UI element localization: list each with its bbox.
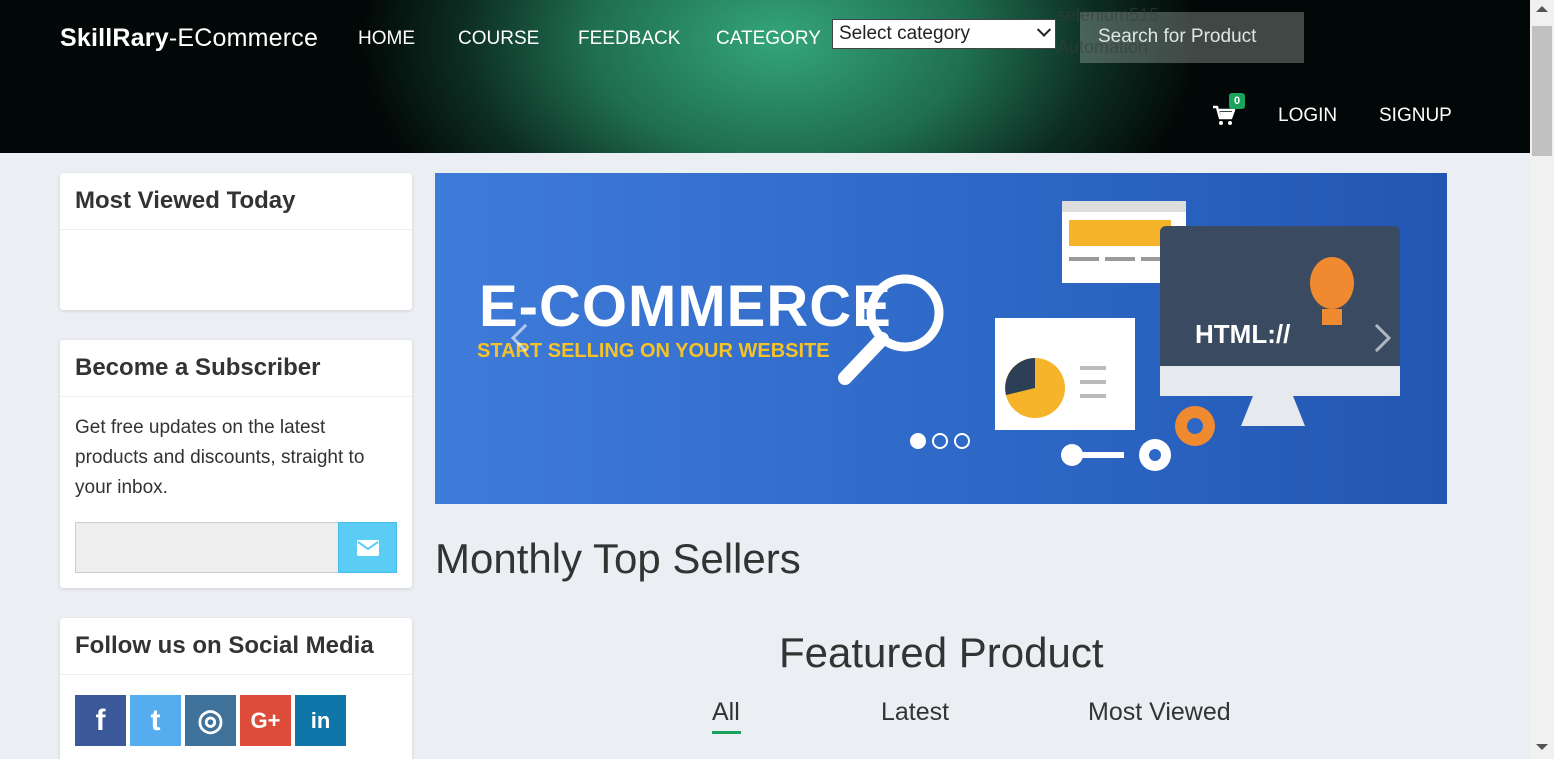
carousel-dot-1[interactable]: [910, 433, 926, 449]
autocomplete-ghost-1: selenium515: [1057, 5, 1160, 25]
login-link[interactable]: LOGIN: [1278, 105, 1337, 127]
nav-feedback[interactable]: FEEDBACK: [578, 28, 680, 50]
autocomplete-ghost-2: Automation: [1057, 37, 1149, 57]
carousel-dot-2[interactable]: [932, 433, 948, 449]
signup-link[interactable]: SIGNUP: [1379, 105, 1452, 127]
nav-category[interactable]: CATEGORY: [716, 28, 821, 50]
carousel-dot-3[interactable]: [954, 433, 970, 449]
scroll-up-arrow-icon[interactable]: [1536, 6, 1548, 12]
google-plus-glyph: G+: [250, 707, 281, 733]
nav-course[interactable]: COURSE: [458, 28, 539, 50]
subscribe-button[interactable]: [338, 522, 397, 573]
tab-all[interactable]: All: [712, 698, 740, 727]
facebook-glyph: f: [95, 703, 106, 737]
brand-logo[interactable]: SkillRary-ECommerce: [60, 24, 318, 53]
subscriber-card: Become a Subscriber Get free updates on …: [60, 340, 412, 588]
tab-most-viewed[interactable]: Most Viewed: [1088, 698, 1231, 727]
nav-home[interactable]: HOME: [358, 28, 415, 50]
tab-latest[interactable]: Latest: [881, 698, 949, 727]
scroll-down-arrow-icon[interactable]: [1536, 744, 1548, 750]
social-title: Follow us on Social Media: [60, 618, 412, 675]
featured-product-title: Featured Product: [779, 629, 1104, 676]
most-viewed-card: Most Viewed Today: [60, 173, 412, 310]
twitter-glyph: t: [150, 703, 161, 737]
subscriber-title: Become a Subscriber: [60, 340, 412, 397]
envelope-icon: [356, 539, 379, 556]
category-select[interactable]: Select category: [832, 19, 1056, 49]
html-label: HTML://: [1195, 319, 1290, 349]
site-header: SkillRary-ECommerce HOME COURSE FEEDBACK…: [0, 0, 1530, 153]
google-plus-icon[interactable]: G+: [240, 695, 291, 746]
active-tab-indicator: [712, 731, 741, 734]
social-card: Follow us on Social Media f t ◎ G+ in: [60, 618, 412, 759]
instagram-glyph: ◎: [197, 704, 224, 737]
instagram-icon[interactable]: ◎: [185, 695, 236, 746]
linkedin-icon[interactable]: in: [295, 695, 346, 746]
banner-title: E-COMMERCE: [479, 274, 892, 339]
category-select-value: Select category: [839, 23, 970, 44]
monthly-top-sellers-title: Monthly Top Sellers: [435, 535, 801, 582]
linkedin-glyph: in: [310, 707, 331, 733]
facebook-icon[interactable]: f: [75, 695, 126, 746]
twitter-icon[interactable]: t: [130, 695, 181, 746]
subscriber-email-input[interactable]: [75, 522, 339, 573]
most-viewed-title: Most Viewed Today: [60, 173, 412, 230]
cart-count-badge: 0: [1229, 93, 1245, 109]
chevron-down-icon: [1036, 22, 1052, 37]
subscriber-text: Get free updates on the latest products …: [75, 417, 365, 498]
scrollbar-thumb[interactable]: [1532, 26, 1552, 156]
hero-carousel: HTML:// E-COMMERCE START SELLING ON YOUR…: [435, 173, 1447, 504]
